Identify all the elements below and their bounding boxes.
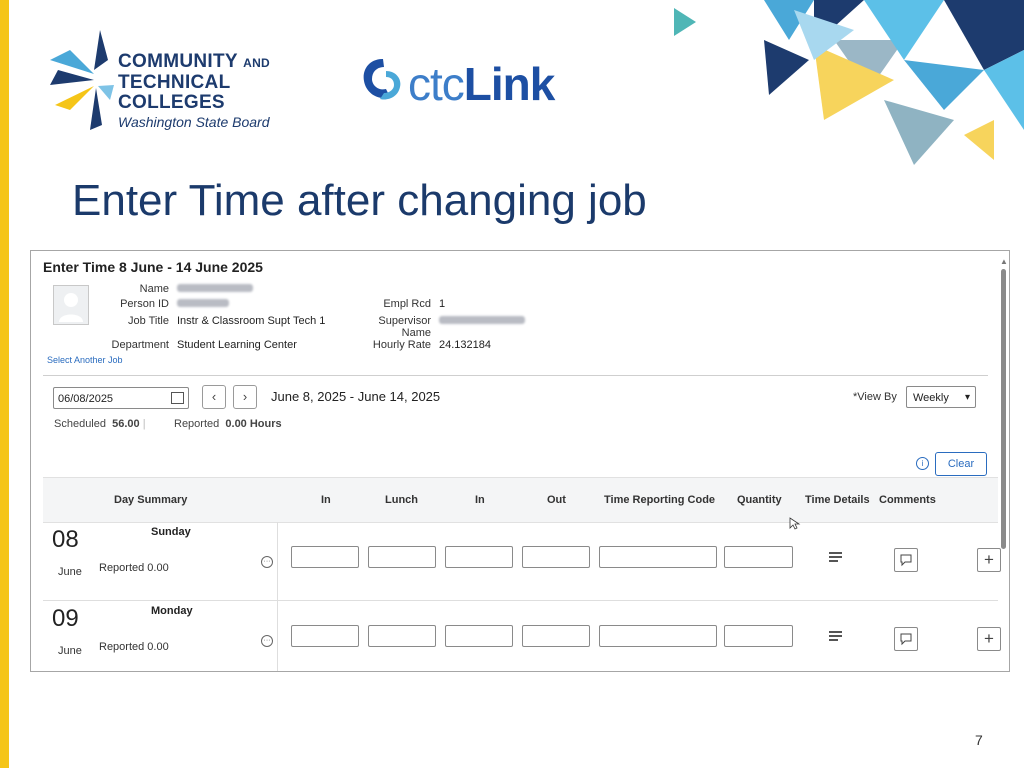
- scrollbar[interactable]: ▲: [1000, 257, 1008, 665]
- header-time-reporting-code: Time Reporting Code: [604, 494, 716, 506]
- name-label: Name: [139, 283, 169, 295]
- hourly-rate-label: Hourly Rate: [372, 339, 431, 351]
- supervisor-name-label: Name: [401, 327, 431, 339]
- day-number: 08: [52, 526, 79, 553]
- lunch-input[interactable]: [368, 546, 436, 568]
- chevron-down-icon: ▾: [964, 392, 970, 403]
- comment-icon: [900, 554, 912, 567]
- calendar-icon[interactable]: [171, 392, 184, 404]
- header-lunch: Lunch: [385, 494, 418, 506]
- day-number: 09: [52, 605, 79, 632]
- info-icon[interactable]: i: [916, 457, 929, 470]
- day-month: June: [58, 645, 82, 657]
- more-icon[interactable]: ···: [261, 635, 273, 647]
- time-details-icon[interactable]: [829, 631, 842, 642]
- supervisor-value: [439, 315, 525, 327]
- time-details-icon[interactable]: [829, 552, 842, 563]
- scroll-up-icon[interactable]: ▲: [1000, 257, 1008, 266]
- empl-rcd-value: 1: [439, 298, 446, 310]
- day-summary: 08 June Sunday Reported 0.00 ···: [43, 522, 278, 600]
- quantity-input[interactable]: [724, 625, 793, 647]
- job-title-label: Job Title: [128, 315, 169, 327]
- divider: [43, 375, 988, 376]
- board-name: COMMUNITY AND TECHNICAL COLLEGES Washing…: [118, 51, 271, 131]
- quantity-input[interactable]: [724, 546, 793, 568]
- hourly-rate-value: 24.132184: [439, 339, 491, 351]
- in-input-2[interactable]: [445, 625, 513, 647]
- scrollbar-thumb[interactable]: [1001, 269, 1006, 549]
- table-row: 08 June Sunday Reported 0.00 ··· +: [43, 522, 1001, 601]
- timesheet-screenshot: Enter Time 8 June - 14 June 2025 Name Pe…: [30, 250, 1010, 672]
- header-in-2: In: [475, 494, 485, 506]
- period-range: June 8, 2025 - June 14, 2025: [271, 389, 441, 404]
- slide-title: Enter Time after changing job: [72, 176, 647, 225]
- page-number: 7: [975, 732, 983, 748]
- department-label: Department: [111, 339, 169, 351]
- ctclink-logo: ctcLink: [360, 55, 580, 111]
- day-reported: Reported 0.00: [99, 562, 169, 574]
- in-input-2[interactable]: [445, 546, 513, 568]
- avatar: [53, 285, 89, 325]
- starburst-icon: [50, 30, 114, 130]
- lunch-input[interactable]: [368, 625, 436, 647]
- header-comments: Comments: [879, 494, 936, 506]
- comment-icon: [900, 633, 912, 646]
- out-input[interactable]: [522, 546, 590, 568]
- name-value: [177, 283, 253, 295]
- reported-summary: Reported 0.00 Hours: [174, 418, 282, 430]
- out-input[interactable]: [522, 625, 590, 647]
- person-id-value: [177, 298, 229, 310]
- supervisor-label: Supervisor: [378, 315, 431, 327]
- department-value: Student Learning Center: [177, 339, 297, 351]
- day-name: Sunday: [151, 526, 191, 538]
- select-another-job-link[interactable]: Select Another Job: [47, 355, 123, 365]
- add-row-button[interactable]: +: [977, 548, 1001, 572]
- table-row: 09 June Monday Reported 0.00 ··· +: [43, 601, 1001, 671]
- person-icon: [59, 293, 83, 322]
- day-summary: 09 June Monday Reported 0.00 ···: [43, 601, 278, 671]
- time-reporting-code-input[interactable]: [599, 546, 717, 568]
- day-name: Monday: [151, 605, 193, 617]
- header-in: In: [321, 494, 331, 506]
- comment-button[interactable]: [894, 627, 918, 651]
- mouse-cursor-icon: [789, 517, 801, 530]
- previous-period-button[interactable]: ‹: [202, 385, 226, 409]
- left-accent-bar: [0, 0, 9, 768]
- view-by-select[interactable]: Weekly ▾: [906, 386, 976, 408]
- date-input[interactable]: 06/08/2025: [53, 387, 189, 409]
- ctclink-swirl-icon: [363, 59, 401, 100]
- header-out: Out: [547, 494, 566, 506]
- grid-header: Day Summary In Lunch In Out Time Reporti…: [43, 477, 998, 523]
- empl-rcd-label: Empl Rcd: [383, 298, 431, 310]
- header-day-summary: Day Summary: [114, 494, 188, 506]
- day-reported: Reported 0.00: [99, 641, 169, 653]
- view-by-label: *View By: [853, 391, 897, 403]
- next-period-button[interactable]: ›: [233, 385, 257, 409]
- decorative-triangles: [674, 0, 1024, 165]
- job-title-value: Instr & Classroom Supt Tech 1: [177, 315, 326, 327]
- panel-title: Enter Time 8 June - 14 June 2025: [43, 259, 263, 275]
- more-icon[interactable]: ···: [261, 556, 273, 568]
- comment-button[interactable]: [894, 548, 918, 572]
- day-month: June: [58, 566, 82, 578]
- clear-button[interactable]: Clear: [935, 452, 987, 476]
- header-time-details: Time Details: [805, 494, 870, 506]
- board-logo: COMMUNITY AND TECHNICAL COLLEGES Washing…: [50, 30, 340, 130]
- in-input[interactable]: [291, 625, 359, 647]
- person-id-label: Person ID: [120, 298, 169, 310]
- header-quantity: Quantity: [737, 494, 782, 506]
- scheduled-summary: Scheduled 56.00 |: [54, 418, 146, 430]
- in-input[interactable]: [291, 546, 359, 568]
- add-row-button[interactable]: +: [977, 627, 1001, 651]
- time-reporting-code-input[interactable]: [599, 625, 717, 647]
